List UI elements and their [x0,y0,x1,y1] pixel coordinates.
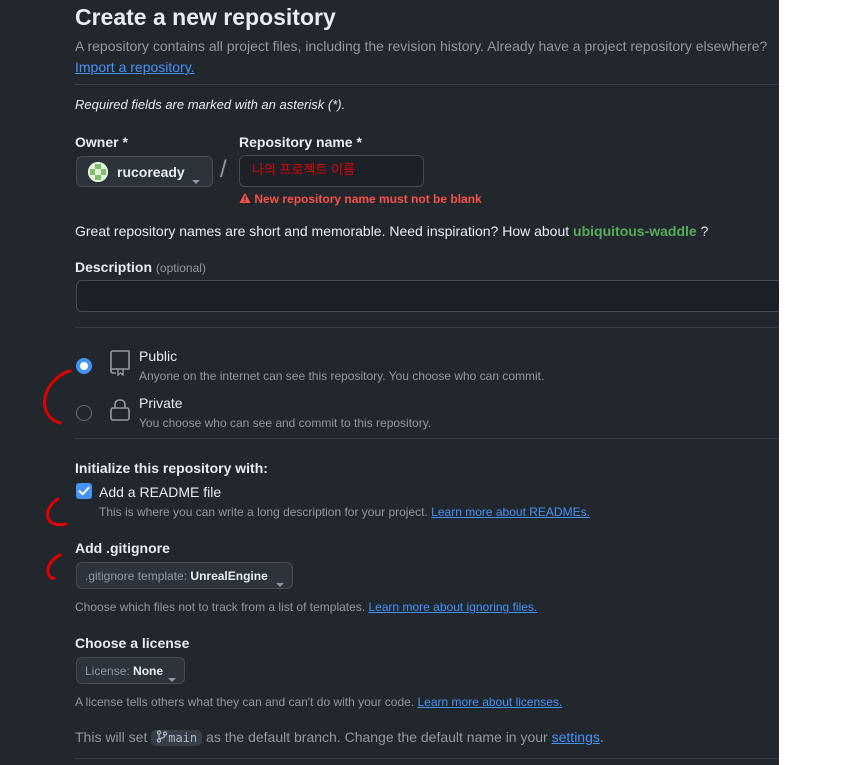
annotation-bracket-gitignore [46,553,62,580]
annotation-marks [43,369,72,580]
new-repository-form: Create a new repository A repository con… [0,0,779,765]
annotation-bracket-readme [46,497,68,527]
annotation-bracket-visibility [43,369,72,425]
